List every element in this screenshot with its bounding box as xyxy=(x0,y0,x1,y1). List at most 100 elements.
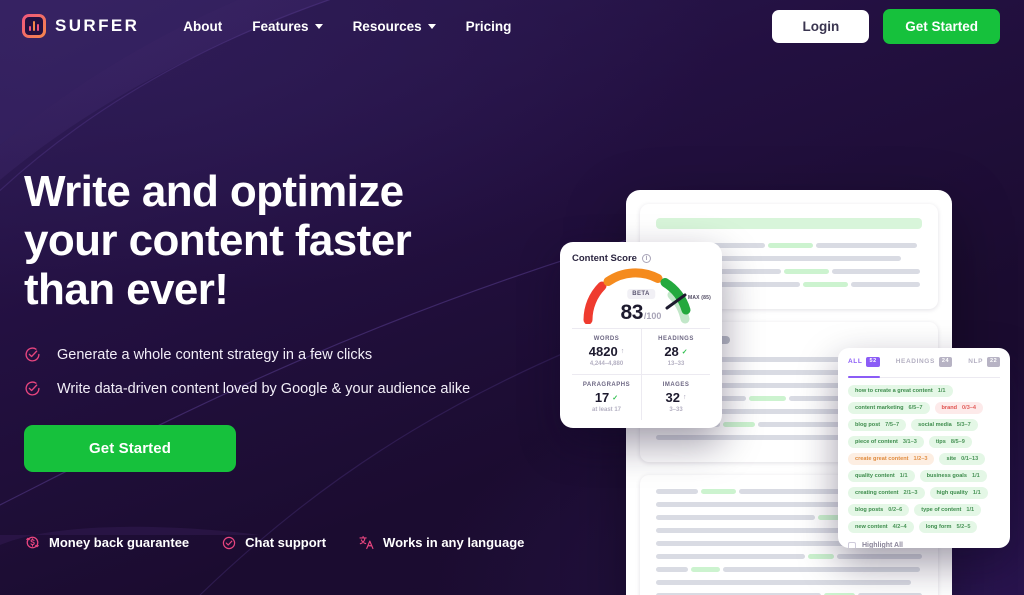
keyword-chip[interactable]: new content 4/2–4 xyxy=(848,520,914,533)
highlight-all-row[interactable]: Highlight All xyxy=(848,541,1000,548)
list-item: Write data-driven content loved by Googl… xyxy=(24,380,494,397)
doc-text-line xyxy=(656,580,912,585)
keyword-chip-label: tips xyxy=(935,438,946,445)
header-actions: Login Get Started xyxy=(772,8,1000,44)
trust-label: Chat support xyxy=(245,535,327,550)
stat-label: IMAGES xyxy=(662,382,690,388)
tab-badge: 52 xyxy=(866,357,880,367)
trust-label: Money back guarantee xyxy=(49,535,190,550)
keyword-chip-count: 1/1 xyxy=(899,472,908,479)
hero-bullets: Generate a whole content strategy in a f… xyxy=(24,346,494,397)
nav-item-about[interactable]: About xyxy=(183,19,222,34)
chevron-down-icon xyxy=(314,23,323,29)
chevron-down-icon xyxy=(427,23,436,29)
doc-text-line xyxy=(656,567,922,572)
keyword-chip[interactable]: piece of content 3/1–3 xyxy=(848,435,924,448)
keyword-chip[interactable]: quality content 1/1 xyxy=(848,469,915,482)
keyword-chip-label: content marketing xyxy=(855,404,904,411)
keyword-chip-count: 1/1 xyxy=(971,472,980,479)
keyword-chip-row: blog post 7/5–7 social media 5/3–7 xyxy=(848,418,1000,431)
tab-headings[interactable]: HEADINGS 24 xyxy=(896,357,953,371)
tab-all[interactable]: ALL 52 xyxy=(848,357,880,377)
content-score-card: Content Score i BETA 83 /100 MAX (85) WO… xyxy=(560,242,722,428)
check-circle-icon xyxy=(25,381,40,397)
keyword-chip[interactable]: business goals 1/1 xyxy=(919,469,987,482)
nav-label-about: About xyxy=(183,18,223,34)
score-gauge: BETA 83 /100 MAX (85) xyxy=(572,268,711,325)
tab-badge: 22 xyxy=(987,357,1001,367)
keyword-chip[interactable]: content marketing 6/5–7 xyxy=(848,401,930,414)
keyword-chip-count: 5/3–7 xyxy=(956,421,971,428)
get-started-button-hero[interactable]: Get Started xyxy=(24,425,236,473)
site-header: SURFER About Features Resources Pricing … xyxy=(0,0,1024,52)
nav-label-features: Features xyxy=(252,18,309,34)
keyword-chip-label: quality content xyxy=(855,472,895,479)
keyword-chip-count: 0/3–4 xyxy=(962,404,977,411)
nav-label-pricing: Pricing xyxy=(465,18,512,34)
nav-label-resources: Resources xyxy=(352,18,422,34)
info-icon[interactable]: i xyxy=(641,254,651,263)
keyword-chip[interactable]: brand 0/3–4 xyxy=(934,401,984,414)
content-score-header: Content Score i xyxy=(572,253,710,264)
keyword-chip-count: 0/1–13 xyxy=(961,455,979,462)
check-circle-icon xyxy=(25,347,40,363)
keyword-chip-label: social media xyxy=(918,421,952,428)
nav-item-features[interactable]: Features xyxy=(252,18,323,34)
keyword-chip-label: how to create a great content xyxy=(855,387,933,394)
keyword-chip-count: 1/1 xyxy=(937,387,946,394)
trust-item-money-back: Money back guarantee xyxy=(24,534,189,551)
keyword-chip[interactable]: long form 5/2–5 xyxy=(918,520,978,533)
nav-item-pricing[interactable]: Pricing xyxy=(466,19,512,34)
stat-value: 32 xyxy=(665,390,680,405)
keyword-chip-count: 8/5–9 xyxy=(950,438,965,445)
keyword-chip-label: type of content xyxy=(921,506,962,513)
login-button[interactable]: Login xyxy=(772,9,870,43)
gauge-max-label: MAX (85) xyxy=(688,295,711,301)
stat-range: at least 17 xyxy=(591,407,622,413)
score-stats-grid: WORDS 4820 ↑ 4,244–4,880 HEADINGS 28 ✓ 13–… xyxy=(572,328,710,420)
get-started-button-header[interactable]: Get Started xyxy=(883,8,1000,44)
keyword-chip-row: how to create a great content 1/1 xyxy=(848,384,1000,397)
stat-label: WORDS xyxy=(593,336,620,342)
keyword-chip-label: business goals xyxy=(926,472,967,479)
keyword-chip[interactable]: how to create a great content 1/1 xyxy=(848,384,953,397)
stat-value-row: 4820 ↑ xyxy=(574,344,639,359)
stat-value: 28 xyxy=(664,344,679,359)
keyword-chip[interactable]: creating content 2/1–3 xyxy=(848,486,925,499)
keyword-chip[interactable]: social media 5/3–7 xyxy=(911,418,978,431)
keyword-chip-count: 5/2–5 xyxy=(956,523,971,530)
stat-paragraphs: PARAGRAPHS 17 ✓ at least 17 xyxy=(572,374,641,420)
tab-nlp[interactable]: NLP 22 xyxy=(968,357,1001,371)
stat-headings: HEADINGS 28 ✓ 13–33 xyxy=(641,328,710,374)
keyword-chip-count: 4/2–4 xyxy=(892,523,907,530)
heading-line-1: Write and optimize xyxy=(24,167,404,216)
keyword-chip[interactable]: high quality 1/1 xyxy=(929,486,988,499)
hero-section: Write and optimize your content faster t… xyxy=(24,167,494,473)
arrow-up-icon: ↑ xyxy=(620,348,625,355)
check-icon: ✓ xyxy=(612,394,619,402)
stat-value-row: 17 ✓ xyxy=(574,390,639,405)
keyword-chip-label: site xyxy=(946,455,957,462)
keyword-chip[interactable]: create great content 1/2–3 xyxy=(848,452,935,465)
highlight-all-checkbox[interactable] xyxy=(848,541,856,548)
trust-bar: Money back guarantee Chat support Works … xyxy=(24,534,524,551)
keyword-chip[interactable]: site 0/1–13 xyxy=(939,452,986,465)
trust-item-language: Works in any language xyxy=(358,534,524,551)
keyword-chip[interactable]: type of content 1/1 xyxy=(914,503,982,516)
brand-logo[interactable]: SURFER xyxy=(22,14,139,38)
score-value-group: 83 /100 xyxy=(621,301,662,325)
stat-value: 4820 xyxy=(588,344,618,359)
keyword-chip-row: blog posts 0/2–6 type of content 1/1 xyxy=(848,503,1000,516)
keyword-chip[interactable]: tips 8/5–9 xyxy=(928,435,972,448)
nav-item-resources[interactable]: Resources xyxy=(353,19,436,34)
content-score-title: Content Score xyxy=(572,253,637,264)
bullet-label: Generate a whole content strategy in a f… xyxy=(57,346,373,363)
keyword-chip-label: brand xyxy=(941,404,958,411)
keyword-chip-label: new content xyxy=(855,523,888,530)
keyword-chip[interactable]: blog post 7/5–7 xyxy=(848,418,907,431)
score-max: /100 xyxy=(643,311,662,321)
keyword-chip-label: piece of content xyxy=(855,438,898,445)
keyword-chip[interactable]: blog posts 0/2–6 xyxy=(848,503,910,516)
page-title: Write and optimize your content faster t… xyxy=(24,167,494,314)
stat-value-row: 32 ↑ xyxy=(644,390,708,405)
